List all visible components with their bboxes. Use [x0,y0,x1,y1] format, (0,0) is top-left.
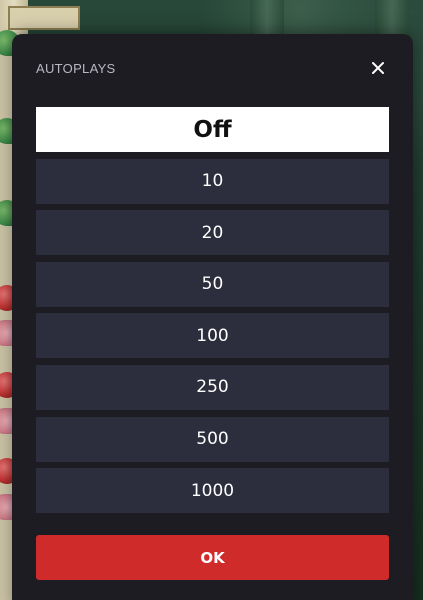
autoplay-option-250[interactable]: 250 [36,364,389,410]
close-icon [372,62,384,74]
banner-decoration [8,6,80,30]
autoplay-modal: AUTOPLAYS Off 10 20 50 100 250 500 1000 … [12,34,413,600]
autoplay-option-50[interactable]: 50 [36,261,389,307]
autoplay-option-off[interactable]: Off [36,107,389,152]
close-button[interactable] [368,58,388,78]
autoplay-option-500[interactable]: 500 [36,416,389,462]
autoplay-option-20[interactable]: 20 [36,210,389,256]
autoplay-option-10[interactable]: 10 [36,158,389,204]
autoplay-options-list: Off 10 20 50 100 250 500 1000 [36,107,389,520]
modal-title: AUTOPLAYS [36,61,116,76]
ok-button[interactable]: OK [36,535,389,580]
autoplay-option-1000[interactable]: 1000 [36,468,389,514]
autoplay-option-100[interactable]: 100 [36,313,389,359]
